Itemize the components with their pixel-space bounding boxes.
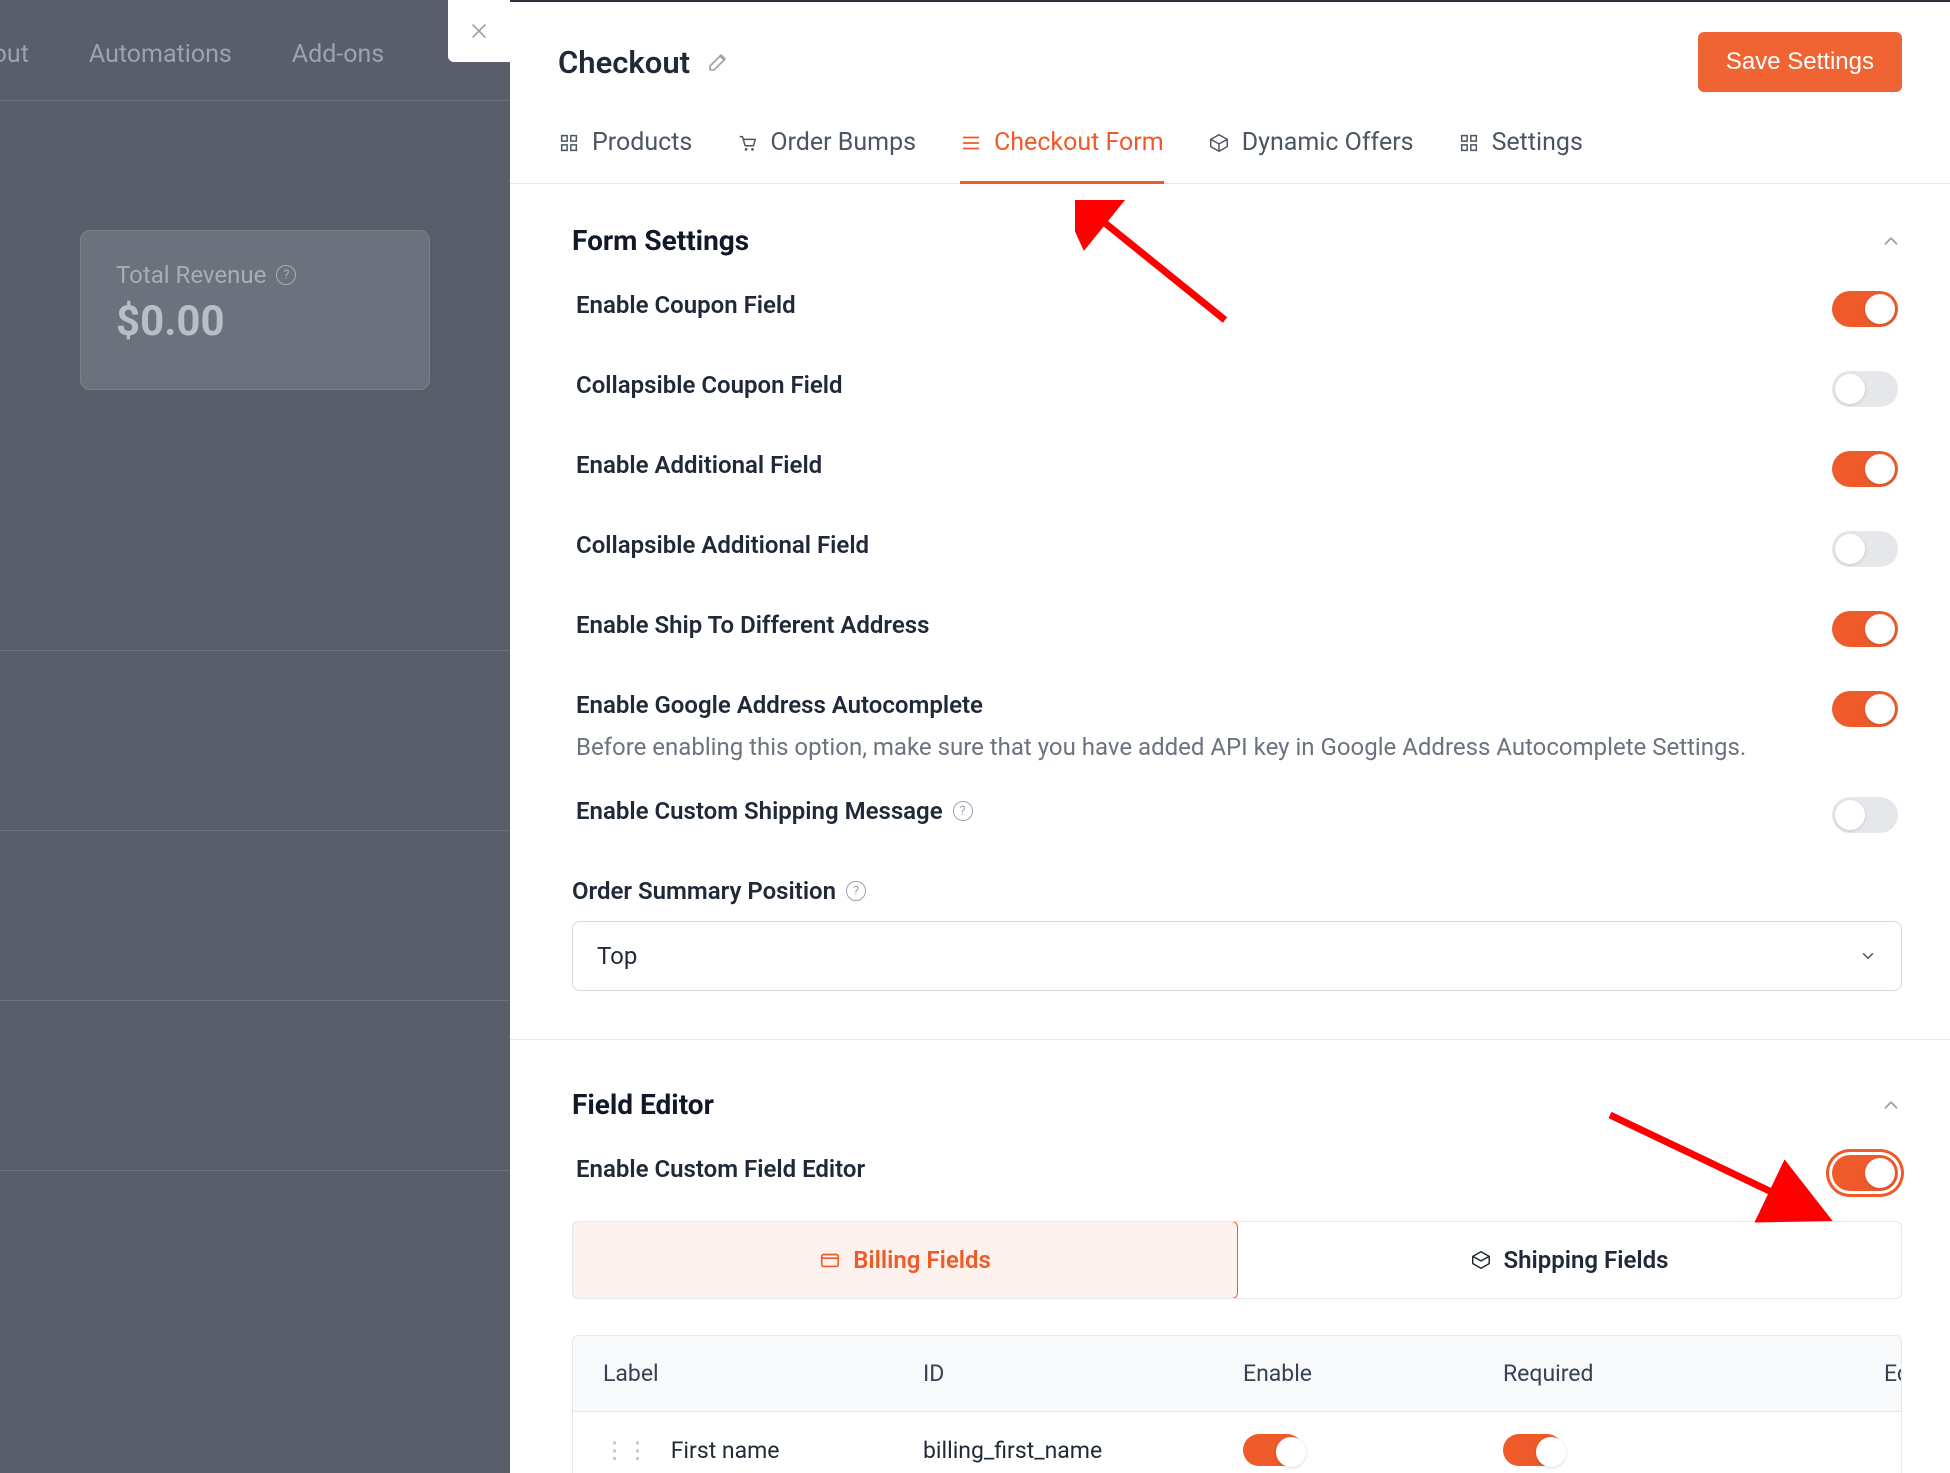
row-enable-coupon: Enable Coupon Field xyxy=(572,291,1902,327)
select-value: Top xyxy=(597,942,637,970)
toggle-enable-additional[interactable] xyxy=(1832,451,1898,487)
tab-products[interactable]: Products xyxy=(558,128,692,184)
toggle-custom-shipping-msg[interactable] xyxy=(1832,797,1898,833)
tab-shipping-fields[interactable]: Shipping Fields xyxy=(1237,1222,1901,1298)
tab-label: Settings xyxy=(1492,128,1583,157)
select-label-wrap: Order Summary Position ? xyxy=(572,877,1902,905)
toggle-ship-different[interactable] xyxy=(1832,611,1898,647)
tab-label: Order Bumps xyxy=(770,128,916,157)
panel-title: Checkout xyxy=(558,44,690,81)
row-label: Enable Custom Shipping Message xyxy=(576,797,943,825)
close-icon xyxy=(469,21,489,41)
bg-revenue-card: Total Revenue ? $0.00 xyxy=(80,230,430,390)
cart-icon xyxy=(736,132,758,154)
row-label: Collapsible Coupon Field xyxy=(576,371,843,399)
help-icon[interactable]: ? xyxy=(846,881,866,901)
order-summary-select[interactable]: Top xyxy=(572,921,1902,991)
cell-id: billing_first_name xyxy=(923,1437,1243,1464)
row-ship-different: Enable Ship To Different Address xyxy=(572,611,1902,647)
grid-icon xyxy=(558,132,580,154)
bg-nav-item: Add-ons xyxy=(292,40,384,69)
field-editor-header[interactable]: Field Editor xyxy=(572,1088,1902,1121)
tab-billing-fields[interactable]: Billing Fields xyxy=(572,1221,1238,1299)
form-settings-header[interactable]: Form Settings xyxy=(572,224,1902,257)
row-google-autocomplete: Enable Google Address Autocomplete Befor… xyxy=(572,691,1902,761)
table-header: Label ID Enable Required Edit xyxy=(573,1336,1901,1411)
tab-dynamic-offers[interactable]: Dynamic Offers xyxy=(1208,128,1414,184)
toggle-enable-coupon[interactable] xyxy=(1832,291,1898,327)
col-enable: Enable xyxy=(1243,1360,1503,1387)
toggle-field-enable[interactable] xyxy=(1243,1434,1303,1466)
row-description: Before enabling this option, make sure t… xyxy=(576,733,1746,761)
bg-nav: kout Automations Add-ons xyxy=(0,40,384,69)
row-label: Enable Coupon Field xyxy=(576,291,796,319)
tab-settings[interactable]: Settings xyxy=(1458,128,1583,184)
chevron-up-icon xyxy=(1880,230,1902,252)
order-summary-position: Order Summary Position ? Top xyxy=(572,877,1902,991)
row-enable-field-editor: Enable Custom Field Editor xyxy=(572,1155,1902,1191)
row-collapsible-coupon: Collapsible Coupon Field xyxy=(572,371,1902,407)
cell-enable xyxy=(1243,1434,1503,1466)
section-title: Field Editor xyxy=(572,1088,714,1121)
bg-nav-item: Automations xyxy=(89,40,232,69)
row-custom-shipping-msg: Enable Custom Shipping Message ? xyxy=(572,797,1902,833)
tab-checkout-form[interactable]: Checkout Form xyxy=(960,128,1164,184)
col-id: ID xyxy=(923,1360,1243,1387)
panel-title-wrap: Checkout xyxy=(558,44,730,81)
help-icon: ? xyxy=(276,265,296,285)
table-row: ⋮⋮ First name billing_first_name xyxy=(573,1411,1901,1473)
tab-label: Dynamic Offers xyxy=(1242,128,1414,157)
panel-content: Form Settings Enable Coupon Field Collap… xyxy=(510,184,1950,1473)
row-label-wrap: Enable Custom Shipping Message ? xyxy=(576,797,973,825)
panel-header: Checkout Save Settings xyxy=(510,2,1950,112)
cell-label: ⋮⋮ First name xyxy=(603,1437,923,1464)
section-title: Form Settings xyxy=(572,224,749,257)
fields-table: Label ID Enable Required Edit ⋮⋮ First n… xyxy=(572,1335,1902,1473)
row-label: Enable Additional Field xyxy=(576,451,822,479)
tab-bar: Products Order Bumps Checkout Form Dynam… xyxy=(510,112,1950,184)
toggle-google-autocomplete[interactable] xyxy=(1832,691,1898,727)
apps-icon xyxy=(1458,132,1480,154)
close-button[interactable] xyxy=(448,0,510,62)
settings-panel: Checkout Save Settings Products Order Bu… xyxy=(510,0,1950,1473)
cell-edit xyxy=(1763,1436,1902,1464)
field-tab-label: Shipping Fields xyxy=(1504,1246,1669,1274)
select-label: Order Summary Position xyxy=(572,877,836,905)
toggle-field-required[interactable] xyxy=(1503,1434,1563,1466)
field-label: First name xyxy=(671,1437,780,1464)
help-icon[interactable]: ? xyxy=(953,801,973,821)
row-enable-additional: Enable Additional Field xyxy=(572,451,1902,487)
chevron-down-icon xyxy=(1859,947,1877,965)
chevron-up-icon xyxy=(1880,1094,1902,1116)
bg-nav-item: kout xyxy=(0,40,29,69)
col-required: Required xyxy=(1503,1360,1763,1387)
field-tab-label: Billing Fields xyxy=(853,1246,991,1274)
toggle-enable-field-editor[interactable] xyxy=(1832,1155,1898,1191)
col-label: Label xyxy=(603,1360,923,1387)
list-icon xyxy=(960,132,982,154)
drag-icon[interactable]: ⋮⋮ xyxy=(603,1437,649,1464)
row-label: Enable Google Address Autocomplete xyxy=(576,691,1746,719)
tab-label: Products xyxy=(592,128,692,157)
tab-label: Checkout Form xyxy=(994,128,1164,157)
col-edit: Edit xyxy=(1763,1360,1902,1387)
bg-card-title: Total Revenue xyxy=(116,261,266,289)
tab-order-bumps[interactable]: Order Bumps xyxy=(736,128,916,184)
cell-required xyxy=(1503,1434,1763,1466)
section-divider xyxy=(510,1039,1950,1040)
box-icon xyxy=(1470,1249,1492,1271)
row-label: Enable Ship To Different Address xyxy=(576,611,929,639)
card-icon xyxy=(819,1249,841,1271)
toggle-collapsible-coupon[interactable] xyxy=(1832,371,1898,407)
row-label: Collapsible Additional Field xyxy=(576,531,869,559)
field-type-tabs: Billing Fields Shipping Fields xyxy=(572,1221,1902,1299)
gear-icon[interactable] xyxy=(1901,1436,1902,1458)
row-label: Enable Custom Field Editor xyxy=(576,1155,865,1183)
save-button[interactable]: Save Settings xyxy=(1698,32,1902,92)
box-icon xyxy=(1208,132,1230,154)
row-collapsible-additional: Collapsible Additional Field xyxy=(572,531,1902,567)
edit-icon[interactable] xyxy=(706,50,730,74)
toggle-collapsible-additional[interactable] xyxy=(1832,531,1898,567)
bg-card-value: $0.00 xyxy=(116,297,394,346)
